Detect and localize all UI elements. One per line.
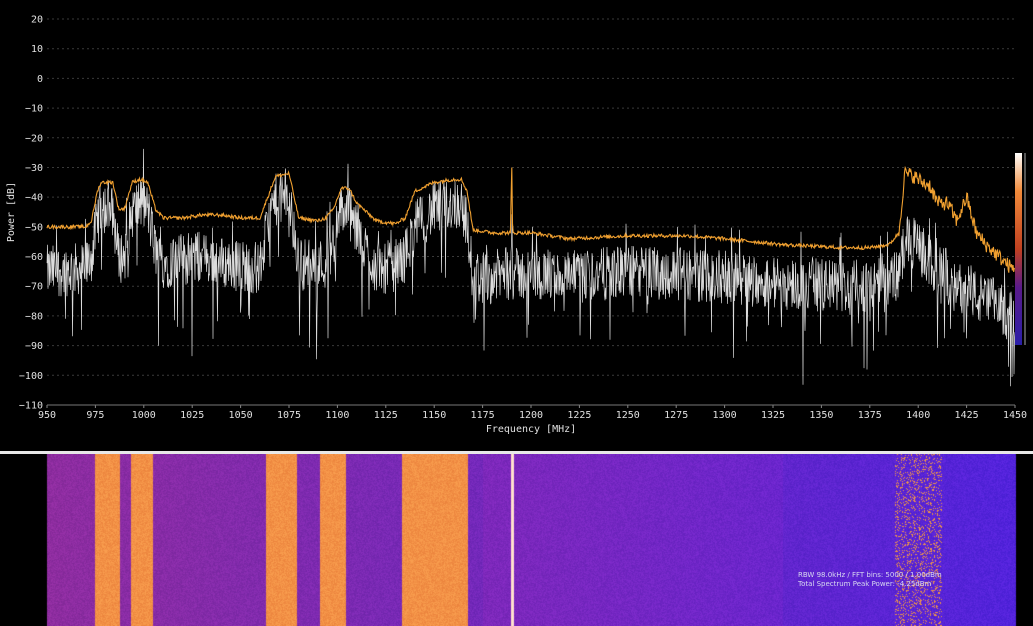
y-tick-label: −30 bbox=[25, 163, 43, 174]
x-tick-labels: 950 975 1000 1025 1050 1075 1100 1125 1150 1175 12… bbox=[38, 410, 1027, 421]
x-tick-label: 1250 bbox=[616, 410, 640, 421]
x-tick-label: 1325 bbox=[761, 410, 785, 421]
x-tick-label: 1200 bbox=[519, 410, 543, 421]
y-tick-label: −60 bbox=[25, 252, 43, 263]
y-tick-label: −100 bbox=[19, 371, 43, 382]
x-tick-label: 950 bbox=[38, 410, 56, 421]
y-tick-label: −10 bbox=[25, 104, 43, 115]
x-tick-label: 1000 bbox=[132, 410, 156, 421]
x-tick-label: 1375 bbox=[858, 410, 882, 421]
x-tick-label: 1175 bbox=[471, 410, 495, 421]
x-axis-label: Frequency [MHz] bbox=[486, 424, 576, 435]
x-tick-label: 1400 bbox=[906, 410, 930, 421]
y-tick-label: −50 bbox=[25, 222, 43, 233]
y-tick-label: 0 bbox=[37, 74, 43, 85]
x-tick-label: 1350 bbox=[809, 410, 833, 421]
y-axis-label: Power [dB] bbox=[6, 182, 17, 242]
spectrum-plot: 20100−10−20−30−40−50−60−70−80−90−100−110… bbox=[0, 0, 1033, 452]
x-tick-label: 1075 bbox=[277, 410, 301, 421]
y-tick-label: −80 bbox=[25, 311, 43, 322]
x-tick-label: 1300 bbox=[713, 410, 737, 421]
y-tick-label: −90 bbox=[25, 341, 43, 352]
plot-background bbox=[0, 0, 1033, 452]
y-tick-label: −70 bbox=[25, 282, 43, 293]
y-tick-label: 20 bbox=[31, 15, 43, 26]
x-tick-label: 1025 bbox=[180, 410, 204, 421]
x-tick-label: 1425 bbox=[955, 410, 979, 421]
x-tick-label: 975 bbox=[86, 410, 104, 421]
waterfall-panel: RBW 98.0kHz / FFT bins: 5000 / 1.00dBm T… bbox=[0, 454, 1033, 626]
x-tick-label: 1275 bbox=[664, 410, 688, 421]
waterfall-overlay: RBW 98.0kHz / FFT bins: 5000 / 1.00dBm T… bbox=[0, 454, 1033, 626]
peak-power-text: Total Spectrum Peak Power: -4.25dBm bbox=[798, 580, 932, 588]
y-tick-label: −20 bbox=[25, 133, 43, 144]
x-tick-label: 1125 bbox=[374, 410, 398, 421]
x-tick-label: 1050 bbox=[229, 410, 253, 421]
y-tick-label: 10 bbox=[31, 44, 43, 55]
x-tick-label: 1100 bbox=[325, 410, 349, 421]
colorbar-gradient bbox=[1015, 153, 1022, 345]
x-tick-label: 1450 bbox=[1003, 410, 1027, 421]
y-tick-label: −40 bbox=[25, 193, 43, 204]
x-tick-label: 1225 bbox=[567, 410, 591, 421]
rbw-info-text: RBW 98.0kHz / FFT bins: 5000 / 1.00dBm bbox=[798, 571, 942, 579]
x-tick-label: 1150 bbox=[422, 410, 446, 421]
